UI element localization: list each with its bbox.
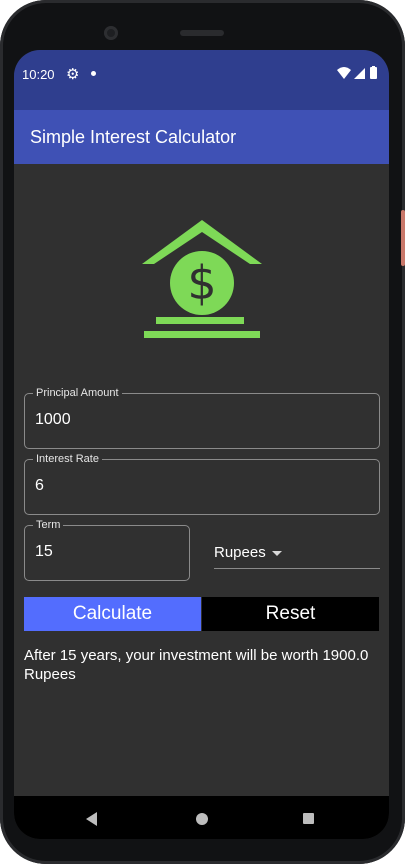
status-icons (337, 66, 377, 79)
signal-icon (354, 68, 365, 79)
home-icon[interactable] (196, 813, 208, 825)
app-bar: Simple Interest Calculator (14, 110, 389, 164)
calculate-button[interactable]: Calculate (24, 597, 201, 631)
money-house-icon: $ (142, 220, 262, 338)
notification-dot-icon (91, 71, 96, 76)
app-title: Simple Interest Calculator (30, 127, 237, 147)
term-field[interactable]: Term 15 (24, 518, 190, 581)
currency-dropdown[interactable]: Rupees (214, 542, 380, 569)
interest-rate-label: Interest Rate (33, 452, 102, 466)
recents-icon[interactable] (303, 813, 314, 824)
result-text: After 15 years, your investment will be … (24, 647, 369, 683)
front-camera (104, 26, 118, 40)
power-button[interactable] (401, 210, 405, 266)
svg-text:$: $ (187, 256, 216, 310)
wifi-icon (337, 67, 351, 79)
screen: 10:20 ⚙ Simple Interest Calculator $ Pri… (14, 50, 389, 839)
principal-amount-field[interactable]: Principal Amount 1000 (24, 386, 380, 449)
back-icon[interactable] (86, 812, 97, 826)
phone-frame: 10:20 ⚙ Simple Interest Calculator $ Pri… (0, 0, 405, 864)
gear-icon: ⚙ (66, 66, 80, 83)
term-value: 15 (35, 543, 53, 560)
battery-icon (370, 67, 377, 79)
term-label: Term (33, 518, 64, 532)
principal-amount-label: Principal Amount (33, 386, 122, 400)
status-bar: 10:20 ⚙ (14, 50, 389, 110)
caret-down-icon (272, 551, 282, 556)
status-time: 10:20 (22, 67, 55, 82)
principal-amount-value: 1000 (35, 411, 71, 428)
currency-selected: Rupees (214, 544, 266, 561)
navigation-bar (14, 796, 389, 839)
interest-rate-value: 6 (35, 477, 44, 494)
reset-button[interactable]: Reset (202, 597, 379, 631)
interest-rate-field[interactable]: Interest Rate 6 (24, 452, 380, 515)
earpiece-speaker (180, 30, 224, 36)
